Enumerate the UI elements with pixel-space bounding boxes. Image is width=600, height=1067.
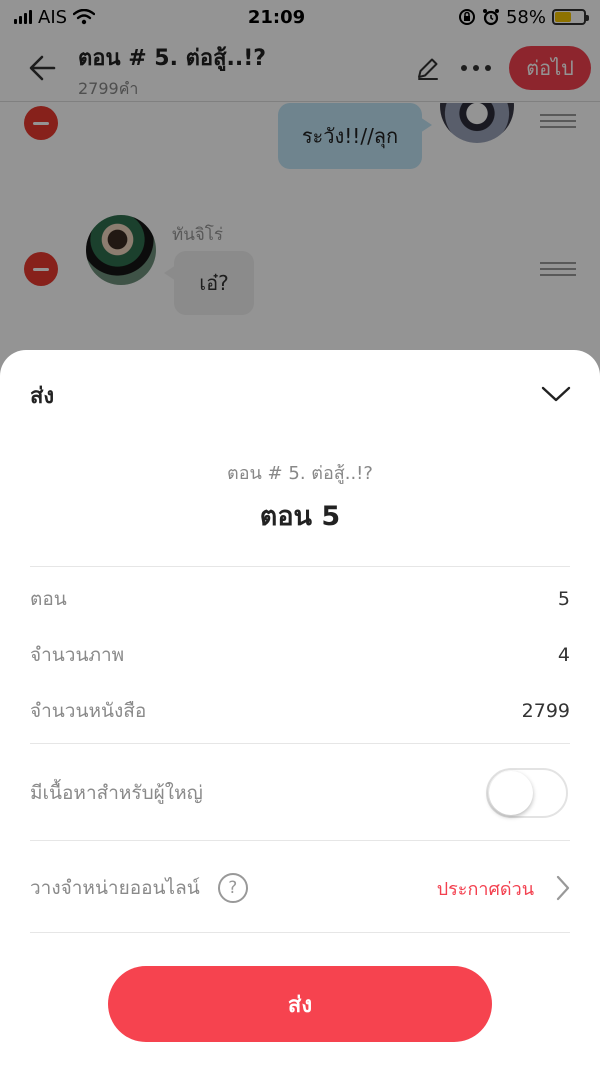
help-icon[interactable]: ?: [217, 873, 248, 903]
info-row-image-count: จำนวนภาพ 4: [30, 637, 570, 673]
online-sale-value: ประกาศด่วน: [436, 878, 534, 900]
toggle-knob: [489, 771, 533, 815]
info-label: จำนวนหนังสือ: [30, 700, 147, 722]
online-sale-row[interactable]: วางจำหน่ายออนไลน์ ? ประกาศด่วน: [30, 870, 570, 906]
chevron-right-icon: [556, 875, 570, 901]
online-sale-label: วางจำหน่ายออนไลน์: [30, 877, 200, 899]
info-label: ตอน: [30, 588, 67, 610]
online-sale-label-group: วางจำหน่ายออนไลน์ ?: [30, 873, 248, 903]
divider: [30, 743, 570, 744]
info-row-character-count: จำนวนหนังสือ 2799: [30, 693, 570, 729]
adult-content-label: มีเนื้อหาสำหรับผู้ใหญ่: [30, 782, 203, 804]
info-label: จำนวนภาพ: [30, 644, 125, 666]
chevron-down-icon: [541, 386, 571, 402]
divider: [30, 566, 570, 567]
info-value: 4: [557, 644, 570, 666]
divider: [30, 840, 570, 841]
sheet-title: ส่ง: [30, 384, 55, 409]
divider: [30, 932, 570, 933]
episode-subtitle: ตอน # 5. ต่อสู้..!?: [227, 463, 373, 484]
info-value: 2799: [521, 700, 570, 722]
online-sale-value-group: ประกาศด่วน: [437, 874, 570, 903]
send-button[interactable]: ส่ง: [108, 966, 492, 1042]
sheet-header: ส่ง: [0, 350, 600, 436]
collapse-button[interactable]: [534, 376, 578, 412]
episode-title: ตอน 5: [259, 501, 341, 532]
adult-content-toggle[interactable]: [486, 768, 568, 818]
info-value: 5: [557, 588, 570, 610]
info-row-episode: ตอน 5: [30, 581, 570, 617]
publish-sheet: ส่ง ตอน # 5. ต่อสู้..!? ตอน 5 ตอน 5 จำนว…: [0, 350, 600, 1067]
